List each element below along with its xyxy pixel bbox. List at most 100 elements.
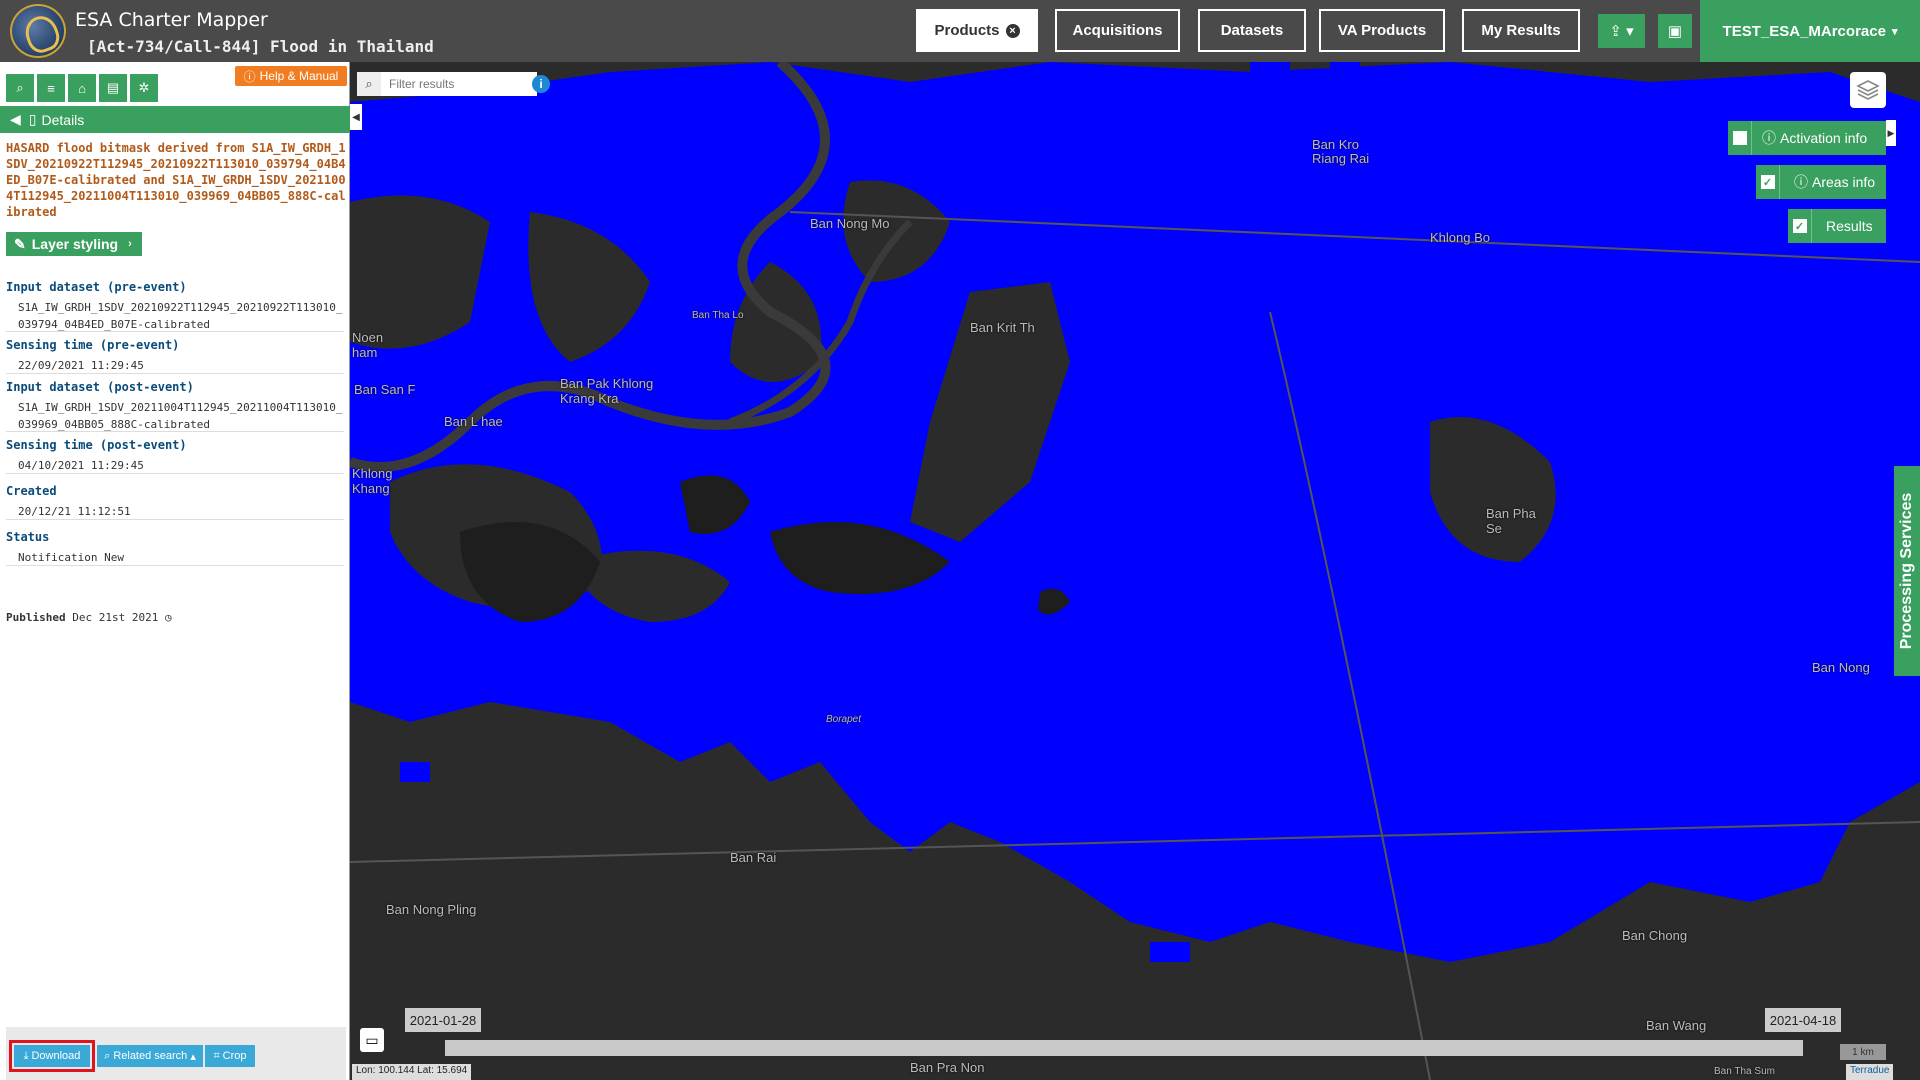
archive-icon: ▤ xyxy=(106,80,120,95)
tool-bar: ⌕ ≡ ⌂ ▤ ✲ xyxy=(6,74,158,102)
areas-info-toggle[interactable]: ✓ ⓘ Areas info xyxy=(1756,165,1886,199)
search-icon: ⌕ xyxy=(357,72,381,96)
field-value: S1A_IW_GRDH_1SDV_20210922T112945_2021092… xyxy=(18,301,343,331)
check-icon: ✓ xyxy=(1792,219,1807,233)
place-label: Ban Pra Non xyxy=(910,1060,985,1075)
coordinates-readout: Lon: 100.144 Lat: 15.694 xyxy=(352,1064,472,1080)
nav-acquisitions-label: Acquisitions xyxy=(1072,22,1163,39)
search-icon: ⌕ xyxy=(104,1049,111,1062)
place-label: Ban Kro Riang Rai xyxy=(1312,137,1370,166)
field-status: Status Notification New xyxy=(6,530,344,566)
info-circle-icon: ⓘ xyxy=(1762,130,1776,146)
search-tool-button[interactable]: ⌕ xyxy=(6,74,34,102)
place-label: Ban Wang xyxy=(1646,1018,1707,1033)
map-attribution[interactable]: Terradue xyxy=(1846,1064,1894,1080)
activation-info-toggle[interactable]: ⓘ Activation info xyxy=(1728,121,1886,155)
basket-icon: ⌂ xyxy=(78,80,86,96)
place-label: Noen ham xyxy=(352,330,384,360)
place-label: Ban Nong Mo xyxy=(810,216,890,231)
archive-tool-button[interactable]: ▤ xyxy=(99,74,127,102)
place-label: Ban Pak Khlong Krang Kra xyxy=(560,376,654,406)
upload-button[interactable]: ⇪ ▾ xyxy=(1598,14,1645,48)
areas-info-label: Areas info xyxy=(1812,174,1876,190)
collapse-overlay-button[interactable]: ▶ xyxy=(1886,120,1896,146)
field-label: Input dataset (pre-event) xyxy=(6,280,187,294)
crop-button[interactable]: ⌗ Crop xyxy=(205,1045,255,1067)
activation-title: [Act-734/Call-844] Flood in Thailand xyxy=(87,37,434,56)
results-checkbox[interactable]: ✓ xyxy=(1788,209,1812,243)
back-arrow-icon[interactable]: ◀ xyxy=(10,111,21,128)
place-label: Ban Tha Sum xyxy=(1714,1066,1775,1077)
user-name: TEST_ESA_MArcorace xyxy=(1722,22,1886,40)
results-toggle[interactable]: ✓ Results xyxy=(1788,209,1886,243)
gear-icon: ✲ xyxy=(138,80,150,95)
timeline-toggle-button[interactable]: ▭ xyxy=(360,1028,384,1052)
nav-acquisitions[interactable]: Acquisitions xyxy=(1055,9,1180,52)
chevron-down-icon: ▾ xyxy=(1891,25,1898,38)
caret-up-icon: ▴ xyxy=(190,1050,196,1063)
field-label: Sensing time (pre-event) xyxy=(6,338,180,352)
map-view[interactable]: Ban Kro Riang Rai Ban Nong Mo Khlong Bo … xyxy=(350,62,1920,1080)
field-created: Created 20/12/21 11:12:51 xyxy=(6,484,344,520)
check-icon: ✓ xyxy=(1760,175,1775,189)
nav-my-results-label: My Results xyxy=(1481,22,1561,39)
layer-styling-button[interactable]: ✎ Layer styling › xyxy=(6,232,142,256)
nav-products-label: Products xyxy=(934,22,1000,39)
help-manual-button[interactable]: ⓘ Help & Manual xyxy=(235,66,347,86)
field-sensing-post: Sensing time (post-event) 04/10/2021 11:… xyxy=(6,438,344,474)
info-circle-icon: ⓘ xyxy=(243,69,256,84)
filter-results-input[interactable] xyxy=(381,77,521,91)
published-date: Dec 21st 2021 xyxy=(72,611,159,624)
unchecked-box-icon xyxy=(1732,131,1747,145)
field-label: Status xyxy=(6,530,50,544)
settings-tool-button[interactable]: ✲ xyxy=(130,74,158,102)
processing-services-label: Processing Services xyxy=(1898,492,1915,650)
upload-icon: ⇪ ▾ xyxy=(1609,23,1634,40)
nav-va-products[interactable]: VA Products xyxy=(1319,9,1445,52)
field-input-pre: Input dataset (pre-event) S1A_IW_GRDH_1S… xyxy=(6,280,344,332)
processing-services-tab[interactable]: Processing Services xyxy=(1894,466,1920,676)
related-search-button[interactable]: ⌕ Related search ▴ xyxy=(97,1045,203,1067)
download-icon: ⤓ xyxy=(23,1049,29,1062)
field-input-post: Input dataset (post-event) S1A_IW_GRDH_1… xyxy=(6,380,344,432)
layers-icon xyxy=(1856,80,1880,100)
timeline-slider[interactable] xyxy=(445,1040,1803,1056)
collapse-panel-button[interactable]: ◀ xyxy=(350,104,362,130)
crop-label: Crop xyxy=(222,1050,247,1062)
app-header: ESA Charter Mapper [Act-734/Call-844] Fl… xyxy=(0,0,1920,62)
esa-charter-logo[interactable] xyxy=(10,4,66,58)
nav-my-results[interactable]: My Results xyxy=(1462,9,1580,52)
field-label: Sensing time (post-event) xyxy=(6,438,187,452)
close-icon[interactable]: × xyxy=(1005,23,1020,38)
user-menu[interactable]: TEST_ESA_MArcorace ▾ xyxy=(1700,0,1920,62)
app-title: ESA Charter Mapper xyxy=(75,9,268,31)
areas-info-checkbox[interactable]: ✓ xyxy=(1756,165,1780,199)
chevron-right-icon: ▶ xyxy=(1887,127,1895,138)
nav-datasets[interactable]: Datasets xyxy=(1198,9,1306,52)
basket-tool-button[interactable]: ⌂ xyxy=(68,74,96,102)
field-value: S1A_IW_GRDH_1SDV_20211004T112945_2021100… xyxy=(18,401,343,431)
field-value: 22/09/2021 11:29:45 xyxy=(18,359,144,372)
search-icon: ⌕ xyxy=(16,80,24,95)
briefcase-button[interactable]: ▣ xyxy=(1658,14,1692,48)
place-label: Ban L hae xyxy=(444,414,503,429)
timeline-start-date: 2021-01-28 xyxy=(405,1008,481,1032)
list-tool-button[interactable]: ≡ xyxy=(37,74,65,102)
place-label: Ban Krit Th xyxy=(970,320,1035,335)
details-label: Details xyxy=(41,111,85,128)
nav-products[interactable]: Products × xyxy=(916,9,1038,52)
download-label: Download xyxy=(31,1050,81,1062)
layers-button[interactable] xyxy=(1850,72,1886,108)
field-label: Created xyxy=(6,484,57,498)
download-button[interactable]: ⤓ Download xyxy=(9,1040,95,1072)
place-label: Khlong Khang xyxy=(352,466,393,496)
place-label: Ban Nong Pling xyxy=(386,902,477,917)
filter-results-box: ⌕ xyxy=(357,72,537,96)
place-label: Khlong Bo xyxy=(1430,230,1490,245)
field-value: 04/10/2021 11:29:45 xyxy=(18,459,144,472)
info-icon[interactable]: i xyxy=(532,75,550,93)
place-label: Borapet xyxy=(826,714,862,725)
briefcase-icon: ▣ xyxy=(1667,23,1683,40)
field-sensing-pre: Sensing time (pre-event) 22/09/2021 11:2… xyxy=(6,338,344,374)
activation-info-checkbox[interactable] xyxy=(1728,121,1752,155)
